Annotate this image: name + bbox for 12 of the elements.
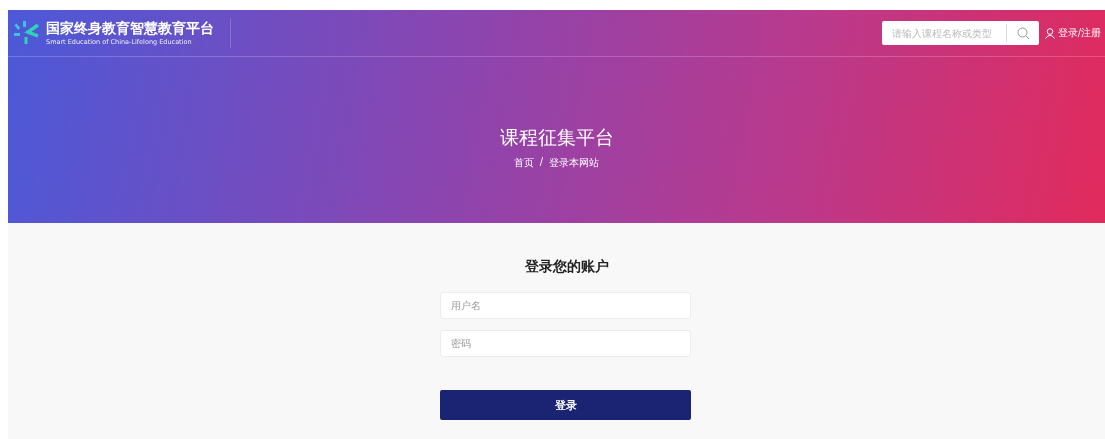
login-register-link[interactable]: 登录/注册 bbox=[1044, 26, 1101, 40]
breadcrumb-item[interactable]: 首页 bbox=[513, 156, 534, 170]
breadcrumb-separator: / bbox=[539, 156, 544, 169]
input-field[interactable]: 密码 bbox=[440, 330, 691, 357]
site-title: 国家终身教育智慧教育平台 bbox=[46, 19, 214, 37]
logo-icon bbox=[14, 21, 40, 45]
user-icon[interactable] bbox=[1044, 27, 1055, 39]
breadcrumb-item: 登录本网站 bbox=[549, 156, 600, 170]
hero-title: 课程征集平台 bbox=[499, 125, 614, 150]
login-button[interactable]: 登录 bbox=[440, 390, 691, 420]
input-field[interactable]: 用户名 bbox=[440, 292, 691, 319]
form-heading: 登录您的账户 bbox=[524, 258, 609, 276]
